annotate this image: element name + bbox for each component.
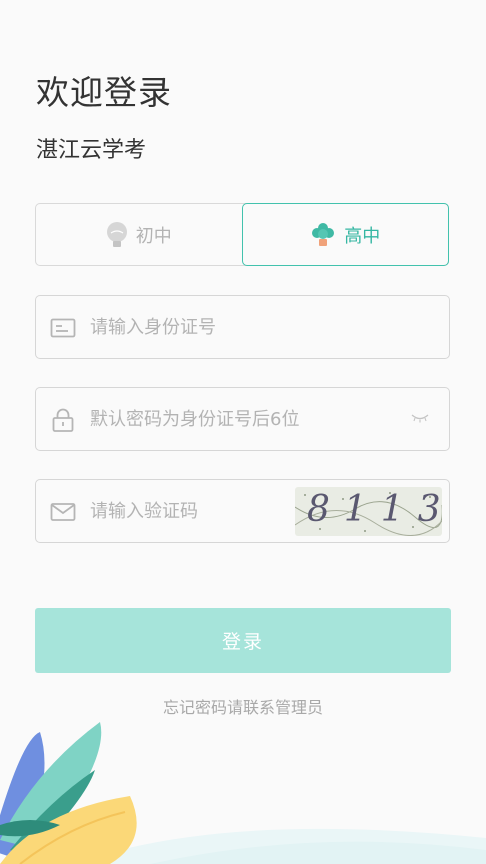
id-card-input[interactable] [90, 296, 390, 358]
bulb-tree-icon [106, 221, 127, 247]
id-card-icon [50, 318, 76, 338]
id-card-field [35, 295, 450, 359]
status-bar [0, 0, 486, 28]
captcha-image[interactable]: 8113 [295, 487, 442, 536]
eye-closed-icon[interactable] [411, 412, 429, 424]
captcha-text: 8113 [307, 489, 442, 530]
tab-junior-high[interactable]: 初中 [36, 204, 242, 265]
login-button[interactable]: 登录 [35, 608, 451, 673]
tree-icon [312, 222, 335, 246]
password-field [35, 387, 450, 451]
tab-senior-high-label: 高中 [344, 225, 381, 247]
leaf-decoration [0, 722, 486, 864]
mail-icon [50, 503, 76, 521]
school-level-selector: 初中 高中 [35, 203, 449, 266]
app-name: 湛江云学考 [36, 138, 147, 163]
captcha-field: 8113 [35, 479, 450, 543]
captcha-input[interactable] [90, 480, 270, 542]
lock-icon [52, 408, 74, 432]
tab-senior-high[interactable]: 高中 [241, 203, 449, 266]
page-title: 欢迎登录 [36, 73, 172, 112]
password-input[interactable] [90, 388, 390, 450]
tab-junior-high-label: 初中 [135, 225, 172, 247]
